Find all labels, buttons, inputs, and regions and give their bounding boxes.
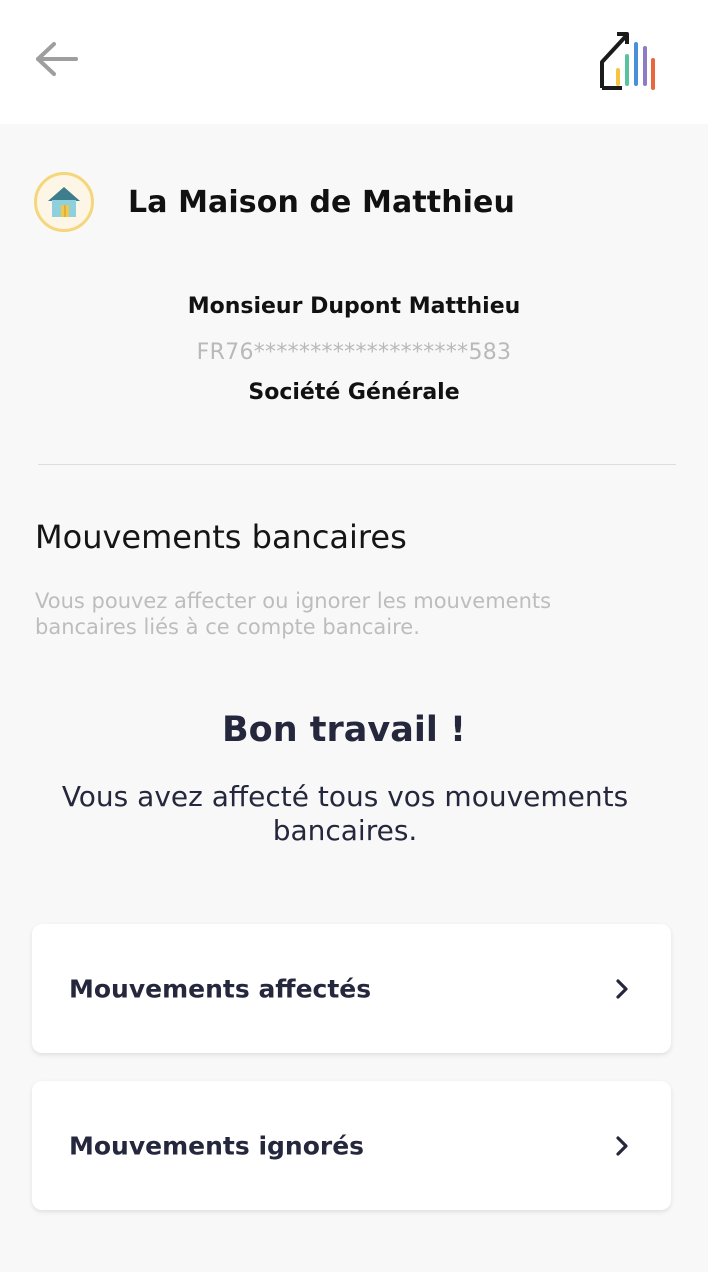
section-title: Mouvements bancaires: [35, 518, 407, 556]
property-name: La Maison de Matthieu: [128, 184, 515, 220]
bank-name: Société Générale: [248, 380, 460, 405]
ignored-movements-link[interactable]: Mouvements ignorés: [32, 1081, 671, 1210]
success-title: Bon travail !: [221, 710, 466, 750]
chevron-right-icon: [616, 1135, 628, 1156]
assigned-movements-label: Mouvements affectés: [69, 974, 372, 1003]
account-iban: FR76*******************583: [196, 340, 512, 365]
property-header: La Maison de Matthieu: [34, 172, 515, 232]
chevron-right-icon: [616, 978, 628, 999]
success-message: Vous avez affecté tous vos mouvements ba…: [61, 780, 629, 847]
arrow-left-icon: [36, 42, 78, 76]
avatar: [34, 172, 94, 232]
assigned-movements-link[interactable]: Mouvements affectés: [32, 924, 671, 1053]
account-holder: Monsieur Dupont Matthieu: [187, 294, 521, 319]
house-bars-logo-icon: [600, 32, 655, 90]
top-bar: [0, 0, 708, 124]
back-button[interactable]: [26, 34, 86, 84]
app-logo: [596, 26, 660, 94]
ignored-movements-label: Mouvements ignorés: [69, 1131, 365, 1160]
house-icon: [48, 187, 80, 217]
divider: [38, 464, 676, 465]
section-description: Vous pouvez affecter ou ignorer les mouv…: [35, 589, 552, 639]
